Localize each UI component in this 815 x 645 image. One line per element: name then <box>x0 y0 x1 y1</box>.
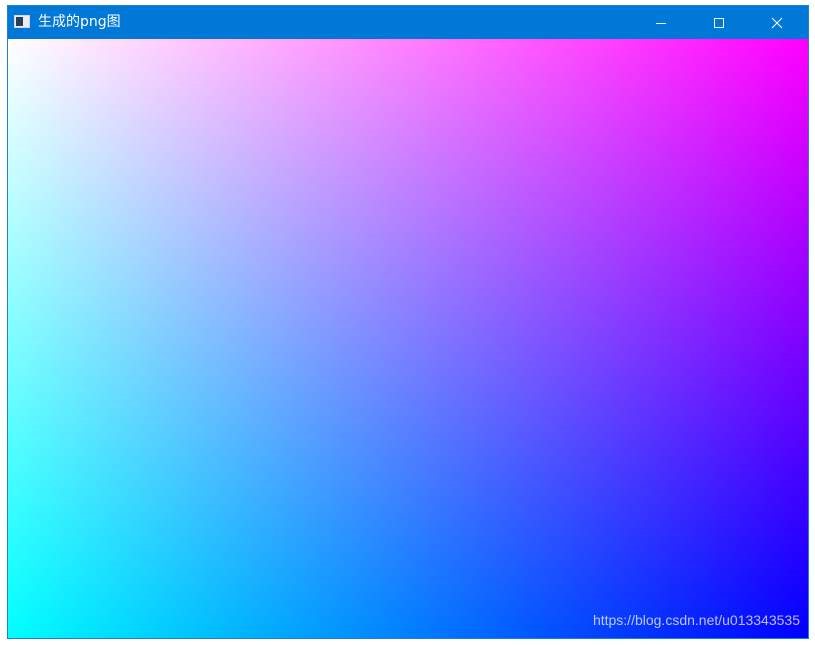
maximize-button[interactable] <box>696 6 742 39</box>
title-bar[interactable]: 生成的png图 <box>8 6 808 39</box>
app-window: 生成的png图 https://blog.csdn.net/u013343535 <box>7 5 809 639</box>
gradient-image <box>8 39 808 638</box>
watermark-text: https://blog.csdn.net/u013343535 <box>592 612 800 628</box>
minimize-button[interactable] <box>638 6 684 39</box>
app-icon <box>14 15 30 28</box>
gradient-canvas: https://blog.csdn.net/u013343535 <box>8 39 808 638</box>
maximize-icon <box>713 17 725 29</box>
close-button[interactable] <box>754 6 800 39</box>
window-title: 生成的png图 <box>38 14 121 30</box>
minimize-icon <box>655 17 667 29</box>
close-icon <box>771 17 783 29</box>
